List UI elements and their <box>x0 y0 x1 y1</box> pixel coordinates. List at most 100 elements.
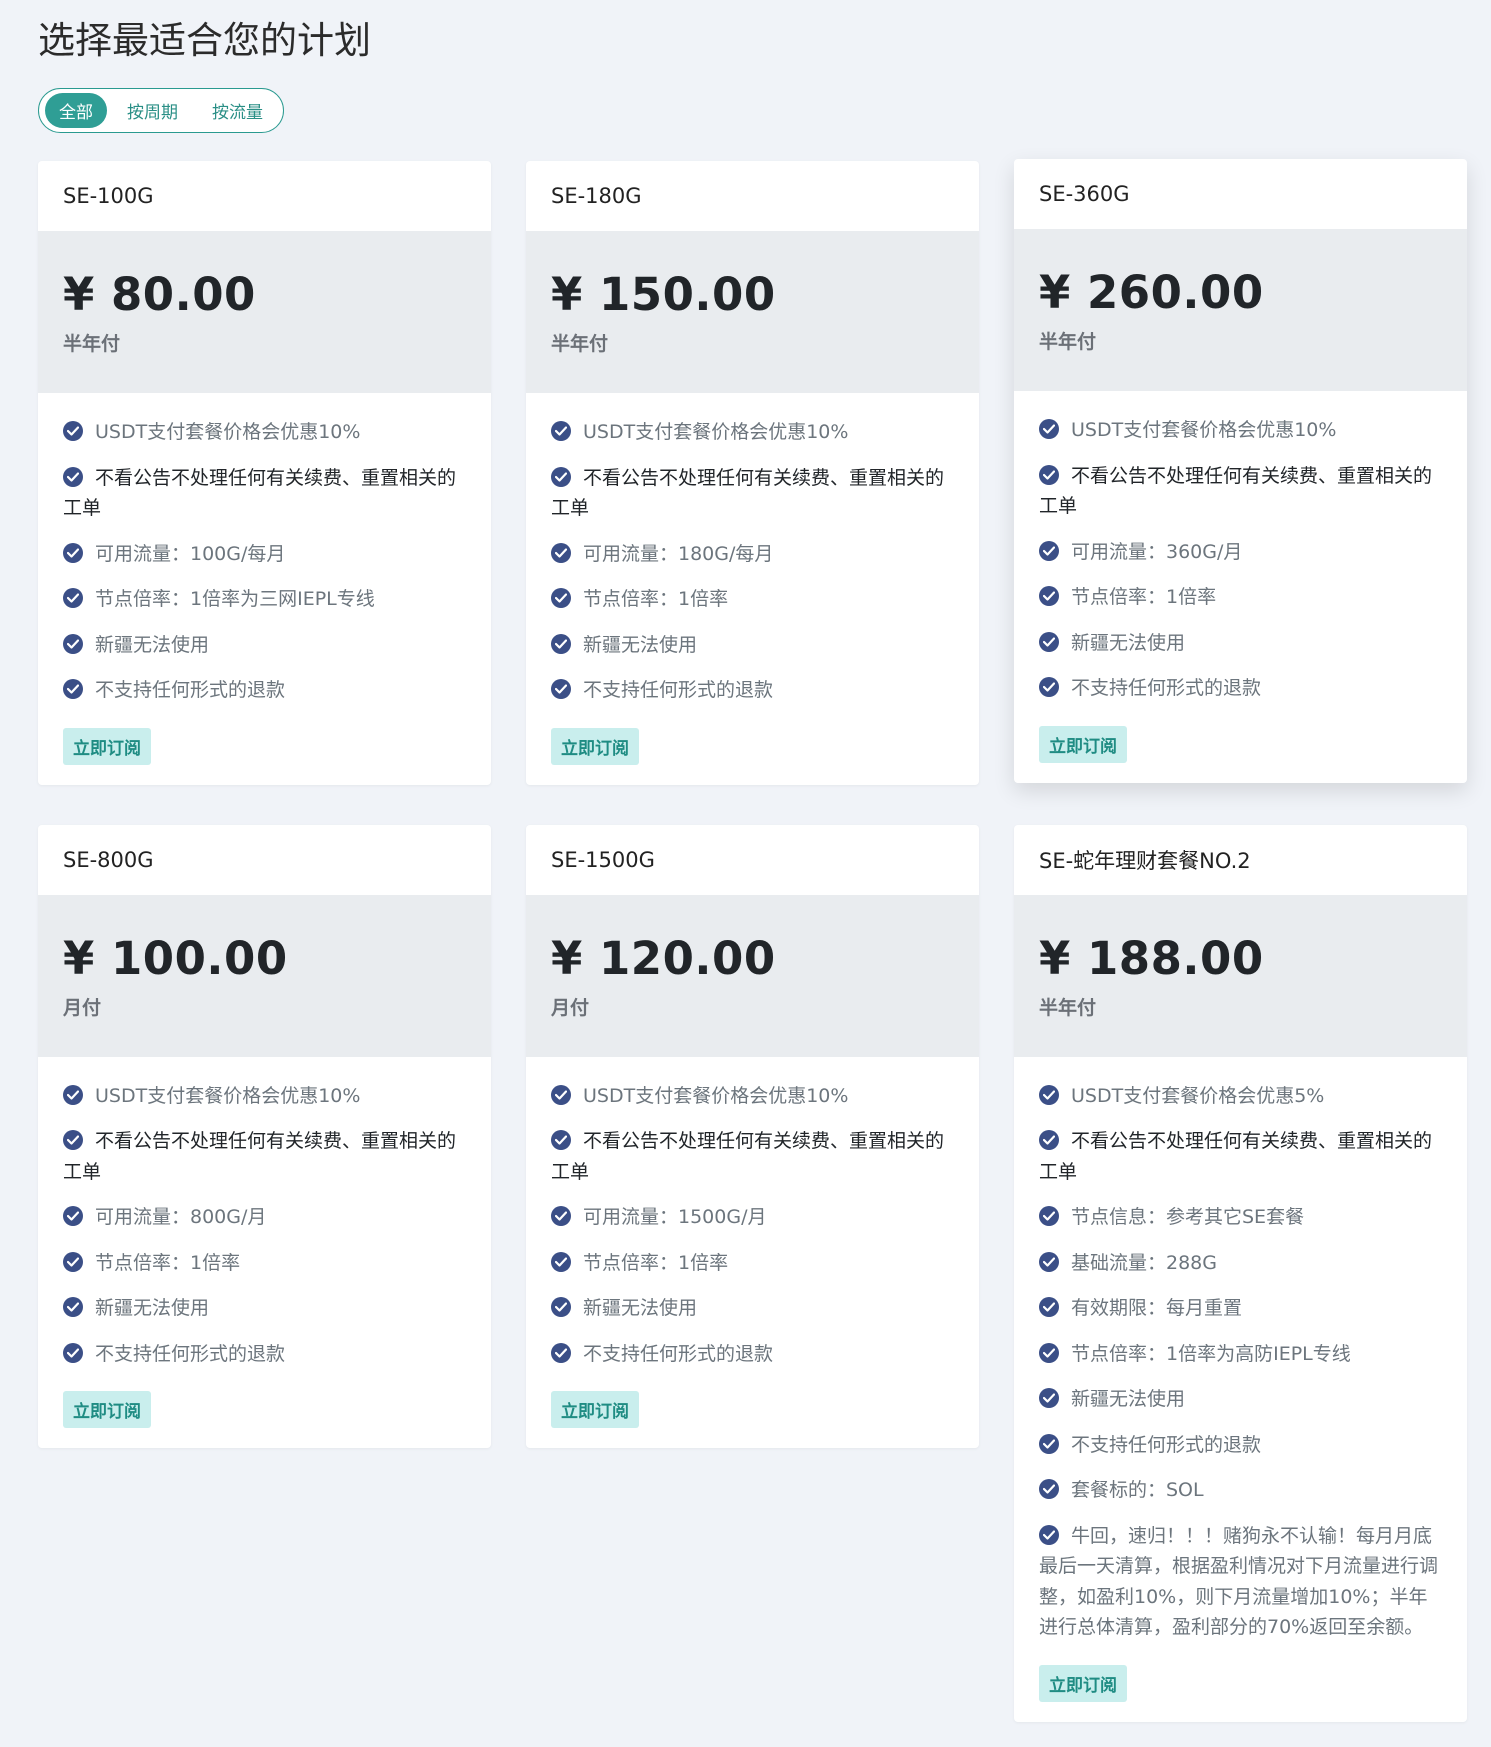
check-circle-icon <box>1039 1342 1059 1363</box>
feature-text: 不看公告不处理任何有关续费、重置相关的工单 <box>551 1130 945 1183</box>
check-circle-icon <box>551 588 571 608</box>
subscribe-button[interactable]: 立即订阅 <box>551 1391 639 1428</box>
feature-list: USDT支付套餐价格会优惠10% 不看公告不处理任何有关续费、重置相关的工单可用流… <box>38 393 491 706</box>
plan-price: ¥ 188.00 <box>1039 931 1264 985</box>
price-block: ¥ 188.00 半年付 <box>1014 894 1467 1057</box>
check-circle-icon <box>1039 540 1059 561</box>
plan-card: SE-1500G ¥ 120.00 月付 USDT支付套餐价格会优惠10% 不看公告不处… <box>526 824 979 1448</box>
feature-text: 不支持任何形式的退款 <box>95 1342 286 1365</box>
feature-text: 节点倍率：1倍率 <box>583 588 729 610</box>
check-circle-icon <box>551 421 571 441</box>
plan-card: SE-360G ¥ 260.00 半年付 USDT支付套餐价格会优惠10% 不看公告不处… <box>1014 159 1467 783</box>
plan-name: SE-360G <box>1039 182 1130 206</box>
feature-item: 新疆无法使用 <box>1039 1384 1442 1415</box>
feature-item: 新疆无法使用 <box>551 1293 954 1324</box>
filter-by-traffic[interactable]: 按流量 <box>198 93 277 128</box>
price-block: ¥ 80.00 半年付 <box>38 231 491 393</box>
feature-text: 节点倍率：1倍率为三网IEPL专线 <box>95 588 375 610</box>
check-circle-icon <box>63 466 83 487</box>
check-circle-icon <box>63 542 83 563</box>
check-circle-icon <box>1039 1206 1059 1226</box>
check-circle-icon <box>1039 419 1059 439</box>
subscribe-button[interactable]: 立即订阅 <box>1039 1664 1127 1702</box>
billing-cycle: 半年付 <box>551 333 609 355</box>
feature-text: USDT支付套餐价格会优惠10% <box>95 421 361 443</box>
plan-name: SE-1500G <box>551 847 655 872</box>
feature-text: 节点倍率：1倍率 <box>95 1251 241 1274</box>
feature-list: USDT支付套餐价格会优惠10% 不看公告不处理任何有关续费、重置相关的工单可用流… <box>526 1057 979 1370</box>
feature-text: 不看公告不处理任何有关续费、重置相关的工单 <box>63 466 457 520</box>
check-circle-icon <box>551 542 571 563</box>
feature-item: USDT支付套餐价格会优惠10% <box>551 1081 954 1112</box>
feature-list: USDT支付套餐价格会优惠10% 不看公告不处理任何有关续费、重置相关的工单可用流… <box>526 393 979 706</box>
feature-item: 节点信息：参考其它SE套餐 <box>1039 1202 1442 1233</box>
feature-text: 不看公告不处理任何有关续费、重置相关的工单 <box>1039 464 1433 518</box>
check-circle-icon <box>551 633 571 654</box>
check-circle-icon <box>1039 1251 1059 1272</box>
subscribe-wrap: 立即订阅 <box>526 721 979 785</box>
feature-item: 节点倍率：1倍率 <box>551 584 954 615</box>
feature-item: 有效期限：每月重置 <box>1039 1293 1442 1324</box>
check-circle-icon <box>63 1297 83 1317</box>
feature-text: USDT支付套餐价格会优惠10% <box>583 421 849 443</box>
feature-item: 不看公告不处理任何有关续费、重置相关的工单 <box>63 463 466 524</box>
feature-list: USDT支付套餐价格会优惠10% 不看公告不处理任何有关续费、重置相关的工单 可用流… <box>38 1057 491 1370</box>
check-circle-icon <box>1039 1130 1059 1150</box>
check-circle-icon <box>1039 1388 1059 1408</box>
plan-name: SE-蛇年理财套餐NO.2 <box>1039 848 1251 873</box>
plan-card: SE-100G ¥ 80.00 半年付 USDT支付套餐价格会优惠10% 不看公告不处理… <box>38 161 491 785</box>
check-circle-icon <box>551 1206 571 1226</box>
subscribe-wrap: 立即订阅 <box>38 1384 491 1448</box>
feature-item: 不看公告不处理任何有关续费、重置相关的工单 <box>551 463 954 524</box>
feature-item: 节点倍率：1倍率 <box>1039 582 1442 613</box>
feature-text: USDT支付套餐价格会优惠10% <box>583 1084 849 1107</box>
check-circle-icon <box>551 679 571 699</box>
feature-item: 节点倍率：1倍率为高防IEPL专线 <box>1039 1339 1442 1370</box>
plan-card: SE-180G ¥ 150.00 半年付 USDT支付套餐价格会优惠10% 不看公告不处… <box>526 161 979 785</box>
feature-text: USDT支付套餐价格会优惠5% <box>1071 1084 1325 1107</box>
check-circle-icon <box>63 1206 83 1226</box>
plan-filter: 全部 按周期 按流量 <box>38 88 284 133</box>
check-circle-icon <box>63 1130 83 1150</box>
feature-item: USDT支付套餐价格会优惠5% <box>1039 1081 1442 1112</box>
subscribe-button[interactable]: 立即订阅 <box>1039 725 1127 763</box>
plan-price: ¥ 80.00 <box>63 268 256 321</box>
plan-price: ¥ 100.00 <box>63 931 288 985</box>
feature-text: 可用流量：360G/月 <box>1071 540 1243 563</box>
feature-item: USDT支付套餐价格会优惠10% <box>63 1081 466 1112</box>
feature-item: USDT支付套餐价格会优惠10% <box>63 417 466 448</box>
check-circle-icon <box>1039 1524 1059 1545</box>
check-circle-icon <box>1039 631 1059 652</box>
filter-all[interactable]: 全部 <box>45 93 107 128</box>
check-circle-icon <box>551 1084 571 1105</box>
billing-cycle: 月付 <box>551 996 590 1019</box>
check-circle-icon <box>551 1130 571 1150</box>
feature-item: 不支持任何形式的退款 <box>63 1339 466 1370</box>
check-circle-icon <box>63 421 83 441</box>
check-circle-icon <box>63 1251 83 1272</box>
check-circle-icon <box>63 588 83 608</box>
feature-item: 不支持任何形式的退款 <box>551 675 954 706</box>
plans-page: 选择最适合您的计划 全部 按周期 按流量 SE-100G ¥ 80.00 半年付 US… <box>0 0 1491 1722</box>
page-title: 选择最适合您的计划 <box>38 19 371 62</box>
filter-by-cycle[interactable]: 按周期 <box>113 93 192 128</box>
plan-price: ¥ 120.00 <box>551 931 776 985</box>
check-circle-icon <box>551 1251 571 1272</box>
feature-item: 可用流量：180G/每月 <box>551 539 954 570</box>
feature-text: 新疆无法使用 <box>1071 631 1186 654</box>
subscribe-button[interactable]: 立即订阅 <box>63 1391 151 1428</box>
feature-text: 新疆无法使用 <box>583 1297 698 1319</box>
billing-cycle: 半年付 <box>63 333 121 355</box>
subscribe-button[interactable]: 立即订阅 <box>551 727 639 765</box>
feature-item: 可用流量：100G/每月 <box>63 539 466 570</box>
check-circle-icon <box>63 1084 83 1105</box>
subscribe-button[interactable]: 立即订阅 <box>63 727 151 765</box>
subscribe-wrap: 立即订阅 <box>1014 719 1467 783</box>
feature-text: 不支持任何形式的退款 <box>1071 677 1262 699</box>
feature-item: 可用流量：1500G/月 <box>551 1202 954 1233</box>
plan-card: SE-800G ¥ 100.00 月付 USDT支付套餐价格会优惠10% 不看公告不处理… <box>38 824 491 1448</box>
plan-name: SE-100G <box>63 184 154 208</box>
feature-item: 不支持任何形式的退款 <box>1039 673 1442 704</box>
check-circle-icon <box>1039 1297 1059 1317</box>
subscribe-wrap: 立即订阅 <box>1014 1658 1467 1722</box>
